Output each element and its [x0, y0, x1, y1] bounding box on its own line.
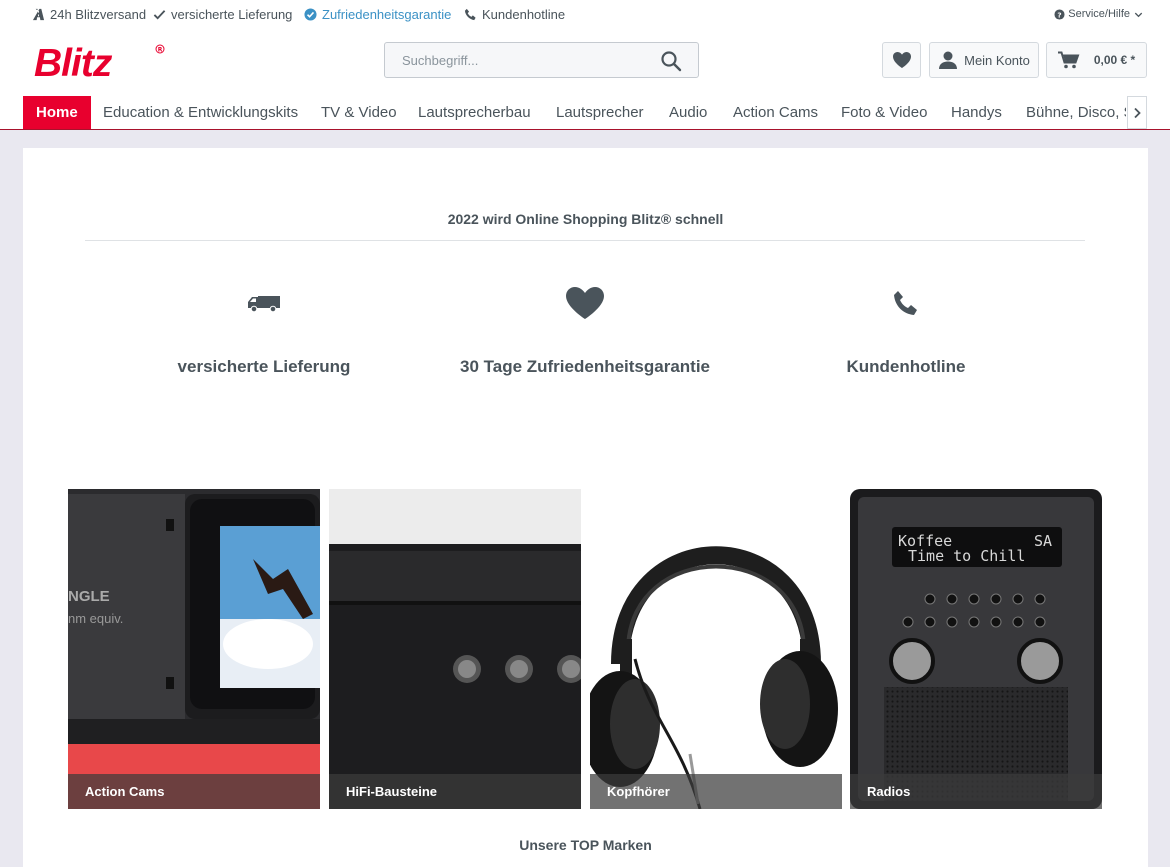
road-icon	[32, 8, 45, 21]
intro-divider	[85, 240, 1085, 241]
logo-text: Blitz	[34, 42, 113, 82]
usp-guarantee[interactable]: Zufriedenheitsgarantie	[304, 7, 451, 22]
check-icon	[153, 10, 166, 20]
usp-hotline-text: Kundenhotline	[482, 7, 566, 22]
usp-shipping: 24h Blitzversand	[32, 7, 146, 22]
category-tile-action-cams[interactable]: NGLE nm equiv. Action Cams	[68, 489, 320, 809]
account-button[interactable]: Mein Konto	[929, 42, 1039, 78]
category-tile-radios[interactable]: Koffee SA Time to Chill Radios	[850, 489, 1102, 809]
nav-item-audio[interactable]: Audio	[669, 96, 707, 129]
nav-item-action-cams[interactable]: Action Cams	[733, 96, 818, 129]
main-nav: Home Education & Entwicklungskits TV & V…	[0, 96, 1170, 130]
heart-icon	[892, 52, 911, 68]
radio-display-line2: Time to Chill	[908, 547, 1025, 565]
nav-item-tv-video[interactable]: TV & Video	[321, 96, 397, 129]
wishlist-button[interactable]	[882, 42, 921, 78]
usp-hotline[interactable]: Kundenhotline	[464, 7, 565, 22]
top-bar: 24h Blitzversand versicherte Lieferung Z…	[0, 0, 1170, 30]
category-label-radios: Radios	[850, 774, 1102, 809]
nav-item-lautsprecher[interactable]: Lautsprecher	[556, 96, 644, 129]
search-icon[interactable]	[660, 50, 682, 72]
category-label-action-cams: Action Cams	[68, 774, 320, 809]
phone-icon	[886, 286, 926, 320]
usp-shipping-text: 24h Blitzversand	[50, 7, 147, 22]
user-icon	[939, 51, 958, 69]
content-area: 2022 wird Online Shopping Blitz® schnell…	[23, 148, 1148, 867]
phone-icon	[464, 8, 476, 21]
camera-text-2: nm equiv.	[68, 611, 123, 626]
radio-image: Koffee SA Time to Chill	[850, 489, 1102, 809]
nav-item-education[interactable]: Education & Entwicklungskits	[103, 96, 298, 129]
chevron-down-icon	[1134, 12, 1143, 17]
feature-label-delivery: versicherte Lieferung	[177, 357, 351, 376]
svg-text:?: ?	[1058, 10, 1062, 19]
hifi-amplifier-image	[329, 489, 581, 809]
usp-guarantee-text: Zufriedenheitsgarantie	[322, 7, 452, 22]
cart-total: 0,00 € *	[1093, 53, 1136, 67]
intro-title: 2022 wird Online Shopping Blitz® schnell	[447, 211, 724, 227]
nav-item-lautsprecherbau[interactable]: Lautsprecherbau	[418, 96, 531, 129]
category-tile-hifi[interactable]: HiFi-Bausteine	[329, 489, 581, 809]
heart-icon	[565, 286, 605, 320]
question-circle-icon: ?	[1054, 8, 1065, 20]
check-circle-icon	[304, 8, 317, 21]
nav-item-handys[interactable]: Handys	[951, 96, 1002, 129]
account-label: Mein Konto	[964, 52, 1030, 68]
nav-scroll-right-button[interactable]	[1127, 96, 1147, 129]
search-input[interactable]: Suchbegriff...	[402, 53, 478, 68]
nav-item-foto-video[interactable]: Foto & Video	[841, 96, 927, 129]
service-menu[interactable]: ? Service/Hilfe	[1054, 8, 1144, 20]
usp-insured: versicherte Lieferung	[153, 7, 292, 22]
category-label-headphones: Kopfhörer	[590, 774, 842, 809]
radio-display-station: SA	[1034, 532, 1052, 550]
camera-text-1: NGLE	[68, 588, 110, 605]
category-tile-headphones[interactable]: Kopfhörer	[590, 489, 842, 809]
nav-item-home[interactable]: Home	[23, 96, 91, 129]
action-cam-image: NGLE nm equiv.	[68, 489, 320, 809]
truck-icon	[244, 286, 284, 320]
category-label-hifi: HiFi-Bausteine	[329, 774, 581, 809]
search-bar[interactable]: Suchbegriff...	[384, 42, 699, 78]
usp-insured-text: versicherte Lieferung	[171, 7, 293, 22]
nav-overflow: Bühne, Disco, S	[1020, 96, 1126, 129]
feature-label-guarantee: 30 Tage Zufriedenheitsgarantie	[459, 357, 711, 376]
feature-label-hotline: Kundenhotline	[846, 357, 966, 376]
service-label: Service/Hilfe	[1068, 8, 1130, 20]
nav-item-buehne-disco[interactable]: Bühne, Disco, S	[1026, 96, 1126, 129]
cart-button[interactable]: 0,00 € *	[1046, 42, 1147, 78]
brands-title: Unsere TOP Marken	[519, 837, 652, 853]
svg-text:R: R	[158, 47, 163, 54]
header: Blitz R Suchbegriff... Mein Konto 0,00 €…	[0, 30, 1170, 96]
blitz-logo[interactable]: Blitz R	[32, 42, 167, 85]
cart-icon	[1057, 51, 1080, 69]
chevron-right-icon	[1134, 107, 1141, 118]
headphones-image	[590, 546, 838, 809]
